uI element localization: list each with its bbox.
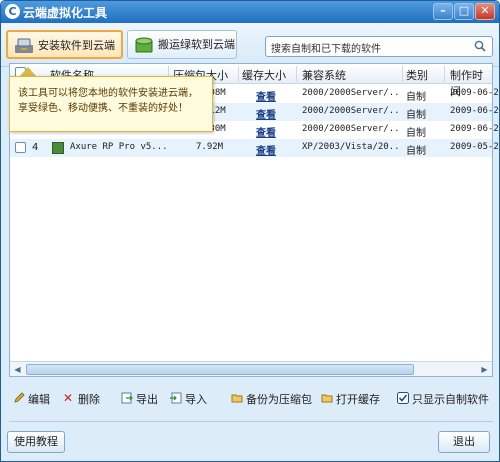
action-bar: 编辑 ✕ 删除 导出 导入 备份为压缩包 打开缓存 只显示自制软件 [1,381,499,415]
col-type[interactable]: 类别 [406,67,428,83]
scroll-right-icon[interactable]: ▶ [478,364,491,375]
col-os[interactable]: 兼容系统 [302,67,346,83]
column-divider [238,66,239,82]
axure-app-icon [52,142,64,154]
delete-button[interactable]: ✕ 删除 [63,391,100,407]
exit-button[interactable]: 退出 [438,431,490,453]
only-self-label: 只显示自制软件 [412,393,489,406]
search-icon[interactable] [474,40,486,52]
delete-x-icon: ✕ [63,391,74,405]
scroll-left-icon[interactable]: ◀ [11,364,24,375]
import-label: 导入 [185,393,207,406]
row-date: 2009-06-2 [450,124,499,134]
row-size: 7.92M [196,142,224,152]
view-cache-link[interactable]: 查看 [256,142,276,157]
row-name: Axure RP Pro v5.... [70,142,166,152]
install-icon [15,38,33,53]
row-number: 4 [32,142,39,153]
row-os: 2000/2000Server/... [302,106,400,116]
install-label: 安装软件到云端 [38,39,115,52]
row-date: 2009-06-2 [450,106,499,116]
col-cache[interactable]: 缓存大小 [242,67,286,83]
row-date: 2009-06-2 [450,88,499,98]
app-window: C 云端虚拟化工具 – □ ✕ 安装软件到云端 搬运绿软到云端 搜索自制和已下载… [0,0,500,462]
edit-label: 编辑 [28,393,50,406]
checkbox-checked-icon [397,392,409,404]
row-checkbox[interactable] [15,142,26,153]
export-icon [121,392,133,404]
window-title: 云端虚拟化工具 [23,6,108,20]
column-divider [444,66,445,82]
search-input[interactable]: 搜索自制和已下载的软件 [265,36,493,57]
green-box-icon [135,37,153,53]
delete-label: 删除 [78,393,100,406]
import-icon [170,392,182,404]
edit-button[interactable]: 编辑 [13,391,50,407]
open-cache-label: 打开缓存 [336,393,380,406]
search-placeholder: 搜索自制和已下载的软件 [271,44,381,55]
backup-zip-button[interactable]: 备份为压缩包 [231,391,312,407]
divider [9,421,493,422]
close-button[interactable]: ✕ [475,3,495,20]
row-type: 自制 [406,128,426,139]
backup-label: 备份为压缩包 [246,393,312,406]
column-divider [402,66,403,82]
scrollbar-thumb[interactable] [26,364,414,375]
pencil-icon [14,392,25,403]
export-label: 导出 [136,393,158,406]
column-divider [296,66,297,82]
maximize-button[interactable]: □ [454,3,474,20]
row-type: 自制 [406,110,426,121]
move-green-software-button[interactable]: 搬运绿软到云端 [127,30,237,59]
row-date: 2009-05-2 [450,142,499,152]
table-row[interactable]: 4 Axure RP Pro v5.... 7.92M 查看 XP/2003/V… [10,139,499,157]
import-button[interactable]: 导入 [170,391,207,407]
view-cache-link[interactable]: 查看 [256,124,276,139]
export-button[interactable]: 导出 [121,391,158,407]
move-label: 搬运绿软到云端 [158,38,235,51]
cloud-logo-icon: C [5,4,20,19]
only-self-made-checkbox[interactable]: 只显示自制软件 [397,391,489,407]
install-tooltip: 该工具可以将您本地的软件安装进云端，享受绿色、移动便携、不重装的好处！ [9,76,213,132]
row-os: XP/2003/Vista/20... [302,142,400,152]
view-cache-link[interactable]: 查看 [256,106,276,121]
row-os: 2000/2000Server/... [302,88,400,98]
row-type: 自制 [406,92,426,103]
minimize-button[interactable]: – [433,3,453,20]
folder-open-icon [321,394,333,403]
install-to-cloud-button[interactable]: 安装软件到云端 [6,30,123,59]
folder-zip-icon [231,394,243,403]
open-cache-button[interactable]: 打开缓存 [321,391,380,407]
title-bar[interactable]: C 云端虚拟化工具 – □ ✕ [1,1,499,23]
row-type: 自制 [406,146,426,157]
view-cache-link[interactable]: 查看 [256,88,276,103]
horizontal-scrollbar[interactable]: ◀ ▶ [10,361,492,376]
row-os: 2000/2000Server/... [302,124,400,134]
tutorial-button[interactable]: 使用教程 [7,431,65,453]
